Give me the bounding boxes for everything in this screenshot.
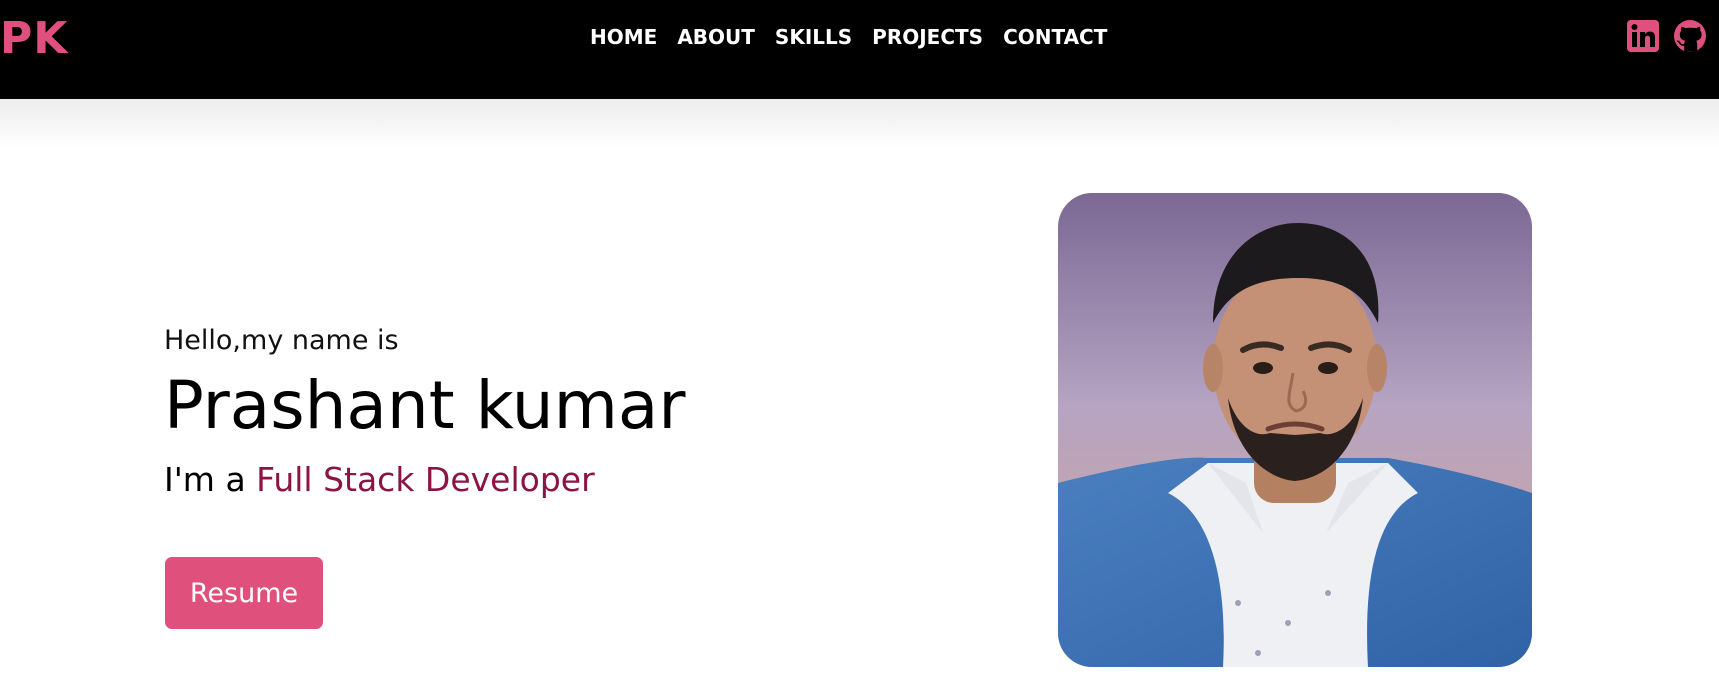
navbar: PK HOME ABOUT SKILLS PROJECTS CONTACT xyxy=(0,0,1719,99)
hero-greeting: Hello,my name is xyxy=(164,325,399,356)
github-icon[interactable] xyxy=(1673,19,1707,53)
resume-button[interactable]: Resume xyxy=(165,557,323,629)
hero-role-prefix: I'm a xyxy=(164,460,257,499)
profile-photo xyxy=(1058,193,1532,667)
logo[interactable]: PK xyxy=(0,14,68,64)
nav-item-home[interactable]: HOME xyxy=(590,22,657,52)
nav-item-projects[interactable]: PROJECTS xyxy=(872,22,983,52)
hero-role: I'm a Full Stack Developer xyxy=(164,452,685,508)
nav-links: HOME ABOUT SKILLS PROJECTS CONTACT xyxy=(590,22,1107,52)
navbar-shadow xyxy=(0,99,1719,147)
hero-intro: Hello,my name is Prashant kumar I'm a Fu… xyxy=(164,318,685,508)
profile-photo-illustration xyxy=(1058,193,1532,667)
hero-role-highlight: Full Stack Developer xyxy=(256,460,595,499)
nav-item-contact[interactable]: CONTACT xyxy=(1003,22,1107,52)
nav-item-skills[interactable]: SKILLS xyxy=(775,22,852,52)
nav-item-about[interactable]: ABOUT xyxy=(677,22,755,52)
linkedin-icon[interactable] xyxy=(1626,19,1660,53)
hero-name: Prashant kumar xyxy=(164,367,686,444)
